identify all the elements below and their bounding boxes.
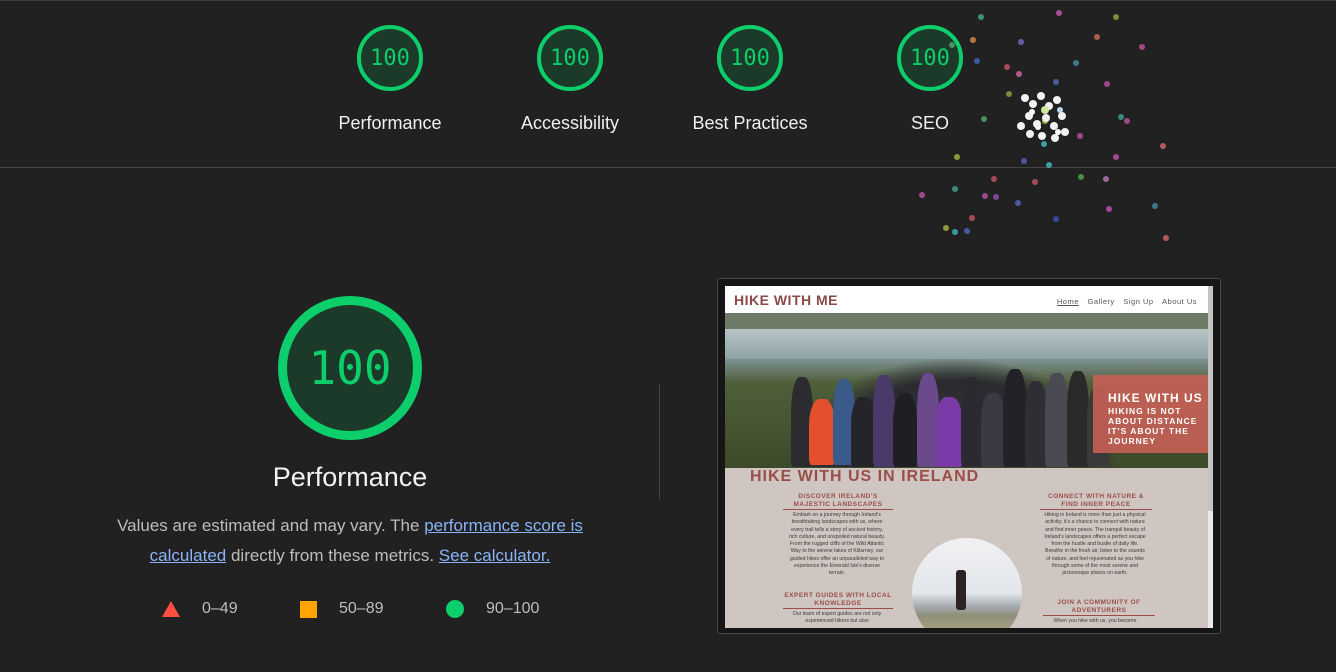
square-icon: [300, 600, 317, 618]
col1b-underline: [783, 608, 893, 609]
desc-text: directly from these metrics.: [226, 546, 439, 565]
gauge-label: Performance: [338, 113, 442, 133]
performance-score-value: 100: [308, 341, 392, 395]
performance-score-gauge: 100: [278, 296, 422, 440]
hiker-figure: [956, 570, 966, 610]
col2b-underline: [1043, 615, 1155, 616]
site-header: HIKE WITH ME Home Gallery Sign Up About …: [725, 286, 1213, 313]
performance-title: Performance: [272, 462, 428, 492]
gauge-label: SEO: [910, 113, 949, 133]
site-nav-home: Home: [1056, 297, 1079, 306]
hero-lake: [725, 329, 1208, 359]
triangle-icon: [162, 601, 180, 617]
legend-range: 90–100: [486, 600, 540, 617]
legend-fail: 0–49: [162, 600, 238, 618]
col1b-heading: EXPERT GUIDES WITH LOCAL KNOWLEDGE: [784, 592, 892, 607]
gauge-performance[interactable]: 100 Performance: [300, 25, 480, 134]
col1-text: Embark on a journey through Ireland's br…: [789, 512, 885, 577]
performance-section: 100 Performance Values are estimated and…: [90, 296, 610, 571]
final-screenshot-frame[interactable]: HIKE WITH ME Home Gallery Sign Up About …: [717, 278, 1221, 634]
hero-group-photo: [789, 357, 1119, 467]
final-screenshot: HIKE WITH ME Home Gallery Sign Up About …: [725, 286, 1213, 628]
score-gauge: 100: [717, 25, 783, 91]
score-legend: 0–49 50–89 90–100: [162, 600, 562, 622]
col2-underline: [1040, 509, 1152, 510]
legend-average: 50–89: [300, 600, 384, 618]
col1-heading: DISCOVER IRELAND'S MAJESTIC LANDSCAPES: [793, 493, 883, 508]
score-value: 100: [550, 45, 590, 71]
col2b-text: When you hike with us, you become: [1053, 618, 1137, 624]
legend-range: 0–49: [202, 600, 238, 617]
gauge-label: Best Practices: [692, 113, 808, 133]
site-nav-about: About Us: [1162, 297, 1197, 306]
site-logo: HIKE WITH ME: [734, 292, 838, 308]
circle-icon: [446, 600, 464, 618]
legend-pass: 90–100: [446, 600, 539, 618]
performance-description: Values are estimated and may vary. The p…: [90, 511, 610, 571]
desc-text: Values are estimated and may vary. The: [117, 516, 425, 535]
gauge-best-practices[interactable]: 100 Best Practices: [660, 25, 840, 134]
col2-text: Hiking in Ireland is more than just a ph…: [1044, 512, 1146, 577]
col1-underline: [783, 509, 893, 510]
hero-callout: HIKE WITH US HIKING IS NOT ABOUT DISTANC…: [1093, 375, 1208, 453]
site-section-title: HIKE WITH US IN IRELAND: [750, 468, 980, 485]
score-gauge: 100: [897, 25, 963, 91]
scrollbar-thumb: [1208, 286, 1213, 511]
hiker-circle-photo: [912, 538, 1022, 628]
score-gauge: 100: [357, 25, 423, 91]
site-nav: Home Gallery Sign Up About Us: [1051, 297, 1197, 306]
gauge-seo[interactable]: 100 SEO: [840, 25, 1020, 134]
score-summary-header: 100 Performance 100 Accessibility 100 Be…: [0, 0, 1336, 168]
see-calculator-link[interactable]: See calculator.: [439, 546, 551, 565]
hero-image: HIKE WITH US HIKING IS NOT ABOUT DISTANC…: [725, 313, 1208, 468]
gauge-accessibility[interactable]: 100 Accessibility: [480, 25, 660, 134]
col2b-heading: JOIN A COMMUNITY OF ADVENTURERS: [1057, 599, 1141, 614]
hero-callout-title: HIKE WITH US: [1108, 391, 1203, 405]
legend-range: 50–89: [339, 600, 384, 617]
site-nav-signup: Sign Up: [1123, 297, 1154, 306]
col1b-text: Our team of expert guides are not only e…: [792, 611, 882, 625]
score-gauge: 100: [537, 25, 603, 91]
score-value: 100: [370, 45, 410, 71]
vertical-divider: [659, 384, 660, 500]
screenshot-scrollbar: [1208, 286, 1213, 628]
gauge-label: Accessibility: [520, 113, 620, 133]
hero-callout-text: HIKING IS NOT ABOUT DISTANCE IT'S ABOUT …: [1108, 406, 1198, 446]
site-nav-gallery: Gallery: [1087, 297, 1115, 306]
score-value: 100: [730, 45, 770, 71]
col2-heading: CONNECT WITH NATURE & FIND INNER PEACE: [1048, 493, 1144, 508]
score-value: 100: [910, 45, 950, 71]
